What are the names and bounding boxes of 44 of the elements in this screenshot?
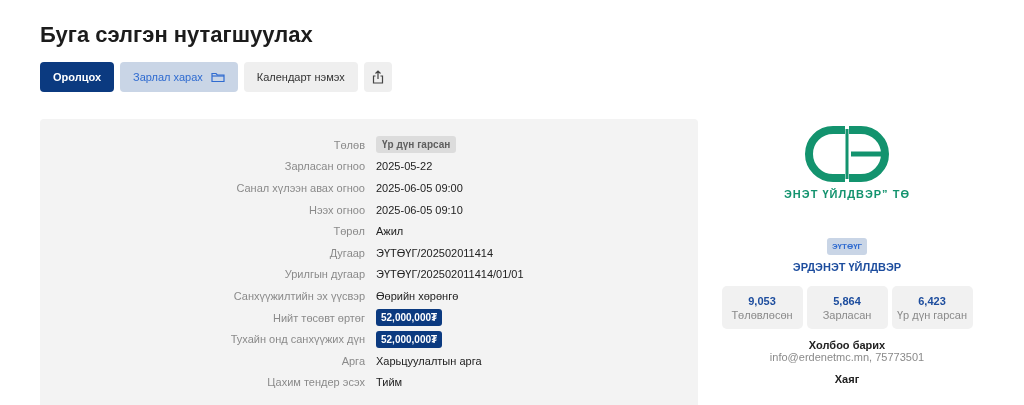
stat-value: 9,053 [748,294,776,307]
status-badge: Үр дүн гарсан [376,136,457,154]
stat-label: Төлөвлөсөн [731,308,793,321]
share-button[interactable] [363,62,392,92]
contact-info: info@erdenetmc.mn, 75773501 [769,351,925,363]
detail-label: Цахим тендер эсэх [266,376,365,389]
stat-value: 6,423 [918,294,946,307]
detail-label: Нээх огноо [307,203,365,216]
stat-label: Зарласан [822,308,872,321]
detail-value: Тийм [376,376,404,389]
page-title: Буга сэлгэн нутагшуулах [40,22,314,48]
folder-icon [210,71,225,83]
view-notice-button[interactable]: Зарлал харах [120,62,238,92]
amount-badge: 52,000,000₮ [376,330,443,348]
detail-label: Санхүүжилтийн эх үүсвэр [232,289,365,302]
logo-icon [803,125,891,183]
detail-value: Өөрийн хөрөнгө [376,289,460,302]
detail-label: Санал хүлээн авах огноо [235,182,365,194]
org-name: ЭРДЭНЭТ ҮЙЛДВЭР [792,261,902,273]
detail-label: Төлөв [332,138,365,151]
detail-value: Ажил [376,225,405,238]
detail-value: 2025-05-22 [376,160,434,173]
org-code-tag: ЭҮТӨҮГ [826,238,868,255]
detail-label: Дугаар [328,246,365,259]
contact-heading: Холбоо барих [808,339,886,351]
detail-label: Урилгын дугаар [283,268,365,281]
detail-label: Төрөл [332,225,365,238]
detail-value: 2025-06-05 09:00 [376,182,464,194]
detail-value: ЭҮТӨҮГ/202502011414 [376,246,495,259]
detail-label: Арга [340,354,365,367]
amount-badge: 52,000,000₮ [376,309,443,327]
stat-label: Үр дүн гарсан [896,308,967,321]
logo-text: ЭНЭТ ҮЙЛДВЭР” ТӨ [784,188,910,200]
detail-label: Тухайн онд санхүүжих дүн [229,333,365,346]
detail-value: ЭҮТӨҮГ/202502011414/01/01 [376,268,525,281]
participate-button[interactable]: Оролцох [40,62,115,92]
detail-label: Нийт төсөвт өртөг [272,311,365,324]
detail-label: Зарласан огноо [283,160,365,173]
stat-value: 5,864 [833,294,861,307]
share-icon [371,70,384,84]
address-heading: Хаяг [834,373,860,385]
calendar-button[interactable]: Календарт нэмэх [243,62,358,92]
detail-value: 2025-06-05 09:10 [376,203,464,216]
detail-value: Харьцуулалтын арга [376,354,483,367]
